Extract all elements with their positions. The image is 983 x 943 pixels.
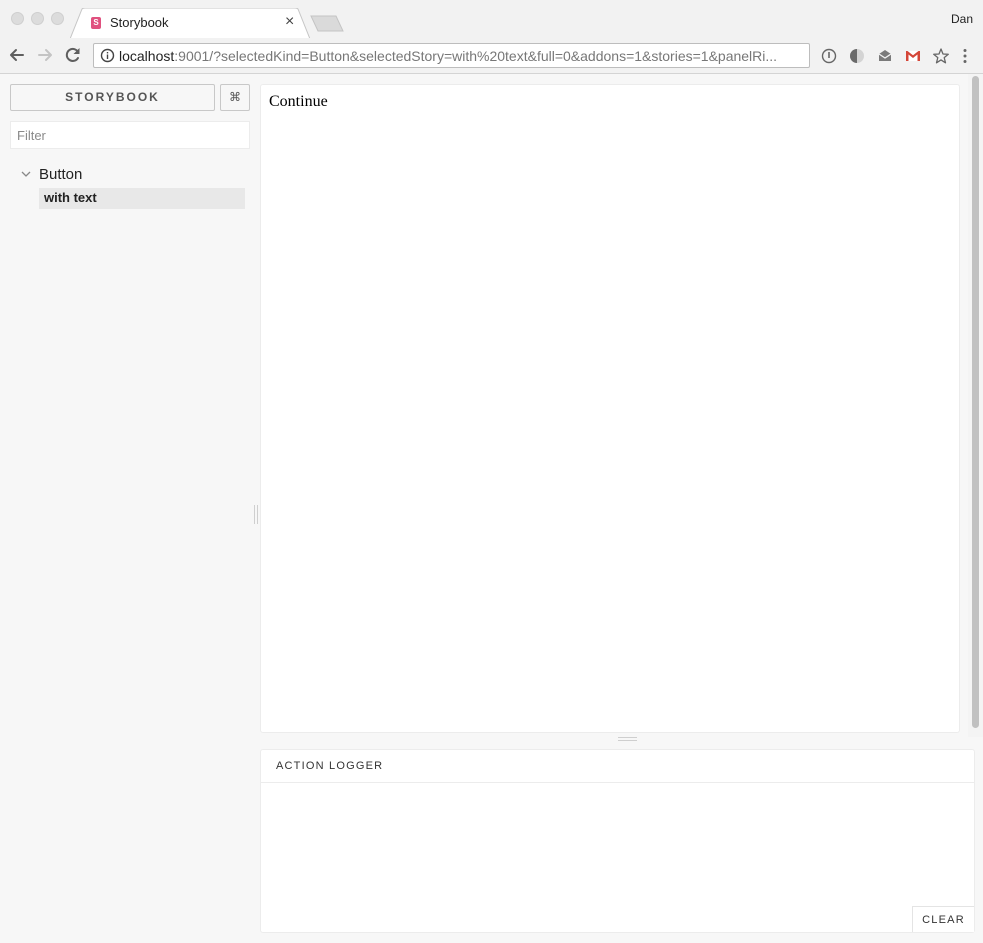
sidebar-resize-handle[interactable] bbox=[254, 505, 258, 524]
gmail-icon[interactable] bbox=[904, 47, 922, 65]
tab-strip: S Storybook × Dan bbox=[0, 0, 983, 39]
storybook-brand-button[interactable]: STORYBOOK bbox=[10, 84, 215, 111]
tab-title: Storybook bbox=[110, 15, 169, 30]
scrollbar-thumb[interactable] bbox=[972, 76, 979, 728]
tab-action-logger[interactable]: ACTION LOGGER bbox=[276, 760, 383, 772]
chevron-down-icon bbox=[21, 171, 31, 177]
dark-reader-icon[interactable] bbox=[848, 47, 866, 65]
back-arrow-icon[interactable] bbox=[7, 45, 27, 65]
profile-name[interactable]: Dan bbox=[951, 12, 973, 26]
bookmark-star-icon[interactable] bbox=[932, 47, 950, 65]
addon-panel-header: ACTION LOGGER bbox=[261, 750, 974, 783]
site-info-icon[interactable] bbox=[100, 48, 115, 63]
tab-shape bbox=[70, 8, 310, 39]
story-preview-frame: Continue bbox=[260, 84, 960, 733]
clear-actions-button[interactable]: CLEAR bbox=[912, 906, 974, 932]
window-zoom-icon[interactable] bbox=[51, 12, 64, 25]
password-manager-icon[interactable] bbox=[820, 47, 838, 65]
page-scrollbar[interactable] bbox=[968, 74, 983, 737]
address-url: localhost:9001/?selectedKind=Button&sele… bbox=[119, 48, 807, 64]
mail-check-icon[interactable] bbox=[876, 47, 894, 65]
window-close-icon[interactable] bbox=[11, 12, 24, 25]
browser-tab-storybook[interactable]: S Storybook × bbox=[70, 8, 310, 39]
stories-filter-input[interactable] bbox=[10, 121, 250, 149]
storybook-favicon-icon: S bbox=[91, 17, 101, 29]
tab-close-icon[interactable]: × bbox=[285, 13, 294, 31]
forward-arrow-icon[interactable] bbox=[35, 45, 55, 65]
browser-menu-icon[interactable] bbox=[956, 47, 974, 65]
keyboard-shortcuts-button[interactable]: ⌘ bbox=[220, 84, 250, 111]
reload-icon[interactable] bbox=[63, 45, 83, 65]
browser-toolbar: localhost:9001/?selectedKind=Button&sele… bbox=[0, 38, 983, 74]
continue-button[interactable]: Continue bbox=[269, 93, 328, 111]
address-path: :9001/?selectedKind=Button&selectedStory… bbox=[174, 48, 778, 64]
address-bar[interactable]: localhost:9001/?selectedKind=Button&sele… bbox=[93, 43, 810, 68]
addon-panel: ACTION LOGGER CLEAR bbox=[260, 749, 975, 933]
address-host: localhost bbox=[119, 48, 175, 64]
story-item-with-text[interactable]: with text bbox=[39, 188, 245, 209]
panel-resize-handle[interactable] bbox=[618, 737, 637, 741]
window-minimize-icon[interactable] bbox=[31, 12, 44, 25]
new-tab-button[interactable] bbox=[310, 15, 344, 32]
story-kind-label: Button bbox=[39, 166, 83, 183]
